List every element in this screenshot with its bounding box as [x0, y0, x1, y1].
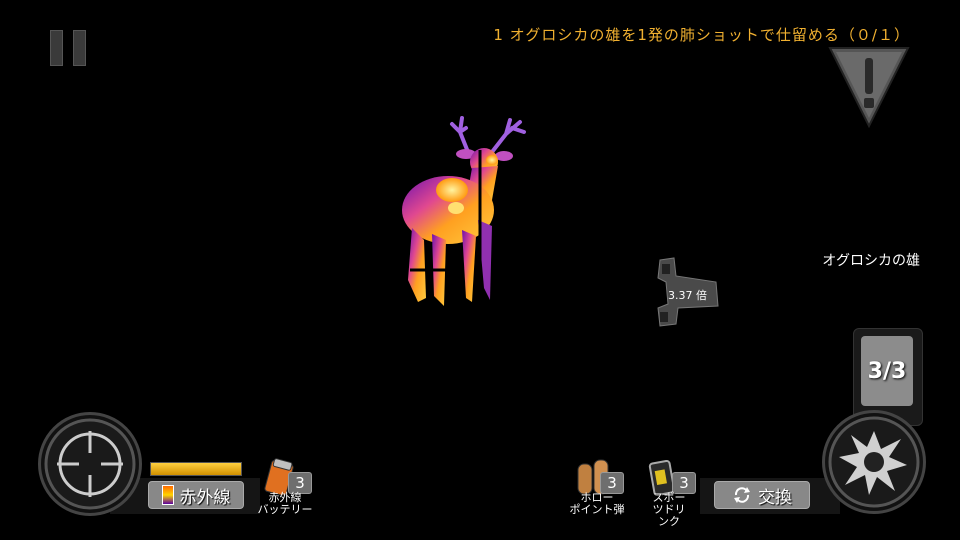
item-battery[interactable]: 3 赤外線 バッテリー — [258, 456, 313, 516]
swap-button[interactable]: 交換 — [714, 481, 810, 509]
mission-objective: 1 オグロシカの雄を1発の肺ショットで仕留める（０/１） — [493, 26, 910, 44]
item-hollow-point[interactable]: 3 ホロー ポイント弾 — [570, 456, 625, 516]
fire-button[interactable] — [822, 410, 926, 514]
thermal-battery-gauge — [150, 462, 242, 476]
swap-icon — [734, 487, 750, 503]
thermal-toggle-label: 赤外線 — [179, 487, 231, 508]
scope-button[interactable] — [38, 412, 142, 516]
warning-icon[interactable] — [828, 46, 910, 128]
item-name: スポー ツドリ ンク — [652, 491, 686, 528]
thermal-deer — [402, 116, 526, 306]
target-animal-label: オグロシカの雄 — [822, 253, 920, 269]
swap-label: 交換 — [758, 487, 792, 508]
zoom-level-label: 3.37 倍 — [668, 289, 707, 302]
bullet-hole-icon — [828, 416, 920, 508]
item-name: ホロー ポイント弾 — [569, 491, 625, 516]
thermal-battery-fill — [151, 463, 241, 475]
crosshair-icon — [44, 418, 136, 510]
item-sports-drink[interactable]: 3 スポー ツドリ ンク — [646, 456, 696, 528]
pause-icon-bar — [73, 30, 86, 66]
thermal-icon — [161, 485, 174, 505]
pause-icon — [50, 30, 63, 66]
ammo-count: 3/3 — [861, 336, 913, 406]
item-name: 赤外線 バッテリー — [257, 491, 313, 516]
thermal-toggle-button[interactable]: 赤外線 — [148, 481, 244, 509]
pause-button[interactable] — [50, 30, 88, 66]
